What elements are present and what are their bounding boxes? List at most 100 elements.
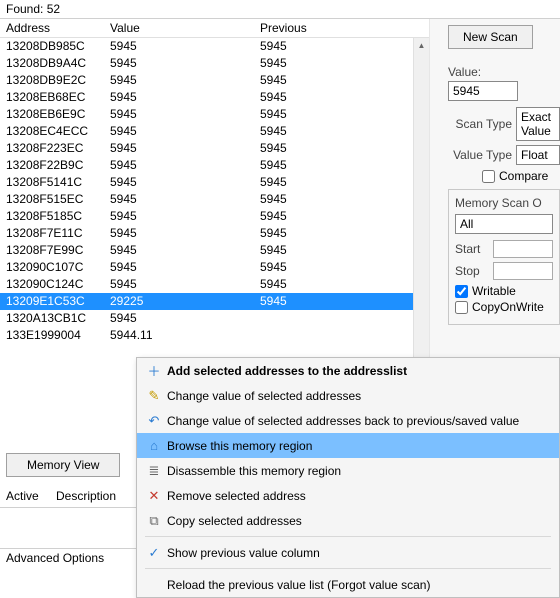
cell-address: 13208F22B9C [0,157,110,174]
copy-icon: ⧉ [143,513,165,529]
cell-previous: 5945 [260,72,413,89]
cell-value: 5945 [110,55,260,72]
cell-previous: 5945 [260,225,413,242]
cell-address: 13208EB6E9C [0,106,110,123]
cell-address: 13208F223EC [0,140,110,157]
ctx-change[interactable]: ✎ Change value of selected addresses [137,383,559,408]
pencil-icon: ✎ [143,388,165,404]
cell-previous: 5945 [260,259,413,276]
check-icon: ✓ [143,545,165,561]
cell-value: 5945 [110,208,260,225]
table-row[interactable]: 1320A13CB1C5945 [0,310,413,327]
cell-address: 132090C107C [0,259,110,276]
ctx-browse[interactable]: ⌂ Browse this memory region [137,433,559,458]
cell-address: 133E1999004 [0,327,110,344]
table-row[interactable]: 13208EB6E9C59455945 [0,106,413,123]
header-value[interactable]: Value [110,21,260,35]
table-row[interactable]: 13208DB985C59455945 [0,38,413,55]
stop-label: Stop [455,264,489,278]
stop-input[interactable] [493,262,553,280]
cell-address: 13208F7E99C [0,242,110,259]
ctx-remove[interactable]: ✕ Remove selected address [137,483,559,508]
cell-previous: 5945 [260,38,413,55]
table-row[interactable]: 132090C107C59455945 [0,259,413,276]
cell-previous [260,327,413,344]
table-row[interactable]: 13208DB9E2C59455945 [0,72,413,89]
table-row[interactable]: 13208F5141C59455945 [0,174,413,191]
table-row[interactable]: 13208EC4ECC59455945 [0,123,413,140]
cell-address: 13208EC4ECC [0,123,110,140]
col-description[interactable]: Description [56,489,116,503]
ctx-copy[interactable]: ⧉ Copy selected addresses [137,508,559,533]
cell-value: 5945 [110,191,260,208]
cell-address: 13208F515EC [0,191,110,208]
cell-previous: 5945 [260,174,413,191]
cow-label: CopyOnWrite [472,300,544,314]
found-value: 52 [47,2,60,16]
scroll-up-icon[interactable]: ▲ [414,38,429,52]
ctx-reload[interactable]: Reload the previous value list (Forgot v… [137,572,559,597]
table-row[interactable]: 13209E1C53C292255945 [0,293,413,310]
table-row[interactable]: 133E19990045944.11 [0,327,413,344]
compare-checkbox[interactable] [482,170,495,183]
ctx-disassemble[interactable]: ≣ Disassemble this memory region [137,458,559,483]
cell-value: 5945 [110,259,260,276]
table-row[interactable]: 13208F515EC59455945 [0,191,413,208]
cell-value: 5945 [110,72,260,89]
scan-type-select[interactable]: Exact Value [516,107,560,141]
start-label: Start [455,242,489,256]
cell-value: 29225 [110,293,260,310]
header-scroll-gap [413,21,429,35]
value-type-select[interactable]: Float [516,145,560,165]
cell-previous: 5945 [260,293,413,310]
header-previous[interactable]: Previous [260,21,413,35]
scan-type-label: Scan Type [448,117,512,131]
cell-previous: 5945 [260,157,413,174]
region-select[interactable]: All [455,214,553,234]
cell-value: 5945 [110,310,260,327]
cell-previous: 5945 [260,191,413,208]
cell-address: 13208F5185C [0,208,110,225]
group-title: Memory Scan O [455,196,553,210]
writable-checkbox[interactable] [455,285,468,298]
cell-address: 13208DB9A4C [0,55,110,72]
table-row[interactable]: 13208F223EC59455945 [0,140,413,157]
cow-checkbox[interactable] [455,301,468,314]
ctx-add[interactable]: ＋ Add selected addresses to the addressl… [137,358,559,383]
new-scan-button[interactable]: New Scan [448,25,533,49]
cell-value: 5945 [110,157,260,174]
cell-previous: 5945 [260,276,413,293]
cell-previous: 5945 [260,106,413,123]
remove-icon: ✕ [143,488,165,504]
header-address[interactable]: Address [0,21,110,35]
ctx-show-previous[interactable]: ✓ Show previous value column [137,540,559,565]
start-input[interactable] [493,240,553,258]
memory-scan-group: Memory Scan O All Start Stop Writable Co… [448,189,560,325]
cell-value: 5945 [110,276,260,293]
cell-previous: 5945 [260,55,413,72]
cell-previous: 5945 [260,123,413,140]
list-icon: ≣ [143,463,165,479]
table-row[interactable]: 13208F7E11C59455945 [0,225,413,242]
cell-previous: 5945 [260,242,413,259]
cell-previous: 5945 [260,140,413,157]
cell-address: 132090C124C [0,276,110,293]
col-active[interactable]: Active [6,489,56,503]
memory-view-button[interactable]: Memory View [6,453,120,477]
found-count: Found: 52 [0,0,560,19]
table-row[interactable]: 13208EB68EC59455945 [0,89,413,106]
found-label: Found: [6,2,43,16]
cell-address: 13208F5141C [0,174,110,191]
cell-value: 5945 [110,174,260,191]
ctx-revert[interactable]: ↶ Change value of selected addresses bac… [137,408,559,433]
table-row[interactable]: 13208DB9A4C59455945 [0,55,413,72]
table-row[interactable]: 13208F7E99C59455945 [0,242,413,259]
value-input[interactable] [448,81,518,101]
cell-address: 1320A13CB1C [0,310,110,327]
cell-value: 5945 [110,225,260,242]
table-row[interactable]: 13208F5185C59455945 [0,208,413,225]
table-row[interactable]: 132090C124C59455945 [0,276,413,293]
table-row[interactable]: 13208F22B9C59455945 [0,157,413,174]
writable-label: Writable [472,284,516,298]
value-type-label: Value Type [448,148,512,162]
